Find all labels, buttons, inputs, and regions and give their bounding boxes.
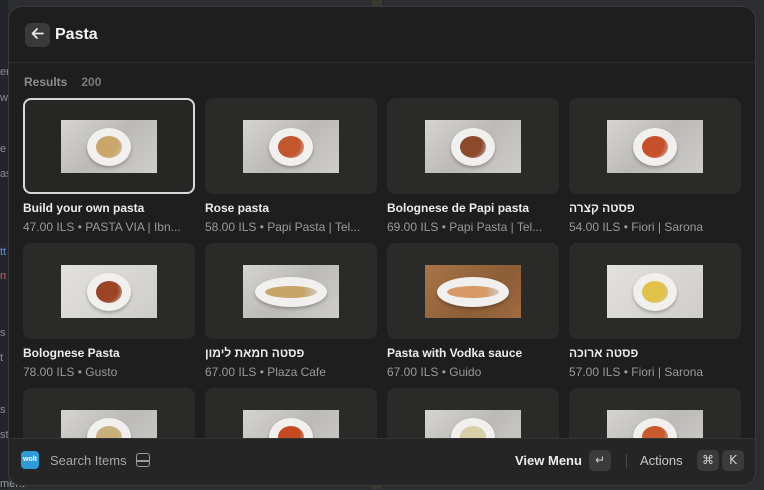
food-photo <box>607 265 703 318</box>
search-bar <box>9 7 755 63</box>
food-photo <box>607 410 703 440</box>
result-subtitle: 67.00 ILS • Guido <box>387 365 482 379</box>
result-thumbnail <box>387 98 559 194</box>
food-photo <box>243 120 339 173</box>
food-photo <box>61 265 157 318</box>
result-title: פסטה חמאת לימון <box>205 346 305 360</box>
app-logo-icon: wolt <box>21 451 39 469</box>
result-title: פסטה קצרה <box>569 201 635 215</box>
bg-text: as <box>0 168 8 180</box>
bg-text: s <box>0 404 6 416</box>
bg-text: st <box>0 429 8 441</box>
food-swatch <box>96 136 122 158</box>
result-subtitle: 69.00 ILS • Papi Pasta | Tel... <box>387 220 543 234</box>
result-thumbnail <box>205 243 377 339</box>
result-subtitle: 47.00 ILS • PASTA VIA | Ibn... <box>23 220 181 234</box>
bg-text: e <box>0 143 7 155</box>
bg-text: tt <box>0 246 7 258</box>
result-title: Rose pasta <box>205 201 270 215</box>
result-subtitle: 54.00 ILS • Fiori | Sarona <box>569 220 704 234</box>
bg-text: s <box>0 327 6 339</box>
food-photo <box>243 265 339 318</box>
result-thumbnail <box>387 388 559 440</box>
food-swatch <box>460 136 486 158</box>
result-card[interactable] <box>205 388 377 440</box>
result-card[interactable]: Pasta with Vodka sauce 67.00 ILS • Guido <box>387 243 559 380</box>
search-items-label[interactable]: Search Items <box>50 453 127 468</box>
result-thumbnail <box>205 98 377 194</box>
results-count: 200 <box>81 75 102 89</box>
food-swatch <box>642 281 668 303</box>
result-subtitle: 57.00 ILS • Fiori | Sarona <box>569 365 704 379</box>
result-thumbnail <box>23 98 195 194</box>
bg-text: w <box>0 92 8 104</box>
result-card[interactable]: Rose pasta 58.00 ILS • Papi Pasta | Tel.… <box>205 98 377 235</box>
result-thumbnail <box>569 388 741 440</box>
action-bar: wolt Search Items View Menu ↵ Actions ⌘ … <box>9 438 755 485</box>
command-window: Results 200 Build your own pasta 47.00 IL… <box>8 6 756 486</box>
enter-key-hint: ↵ <box>589 450 611 471</box>
food-photo <box>61 410 157 440</box>
result-thumbnail <box>569 243 741 339</box>
food-photo <box>425 120 521 173</box>
food-swatch <box>642 136 668 158</box>
result-thumbnail <box>205 388 377 440</box>
result-thumbnail <box>569 98 741 194</box>
result-title: Build your own pasta <box>23 201 145 215</box>
arrow-left-icon <box>31 26 44 43</box>
food-swatch <box>96 281 122 303</box>
food-photo <box>243 410 339 440</box>
food-swatch <box>447 286 499 298</box>
result-card[interactable] <box>387 388 559 440</box>
bg-text: er <box>0 66 8 78</box>
cmd-key-hint: ⌘ <box>697 450 719 471</box>
result-title: פסטה ארוכה <box>569 346 639 360</box>
background-app-edge: er w e as tt n s t s st <box>0 0 8 489</box>
divider <box>626 454 627 468</box>
back-button[interactable] <box>25 23 50 47</box>
result-subtitle: 78.00 ILS • Gusto <box>23 365 118 379</box>
result-title: Bolognese Pasta <box>23 346 120 360</box>
result-card[interactable]: פסטה קצרה 54.00 ILS • Fiori | Sarona <box>569 98 741 235</box>
result-card[interactable]: Build your own pasta 47.00 ILS • PASTA V… <box>23 98 195 235</box>
food-swatch <box>278 136 304 158</box>
results-header: Results 200 <box>24 75 101 89</box>
bg-text: n <box>0 270 7 282</box>
food-photo <box>607 120 703 173</box>
result-card[interactable]: פסטה ארוכה 57.00 ILS • Fiori | Sarona <box>569 243 741 380</box>
result-card[interactable] <box>569 388 741 440</box>
result-card[interactable]: Bolognese de Papi pasta 69.00 ILS • Papi… <box>387 98 559 235</box>
result-title: Bolognese de Papi pasta <box>387 201 530 215</box>
results-label: Results <box>24 75 68 89</box>
result-thumbnail <box>23 243 195 339</box>
result-thumbnail <box>387 243 559 339</box>
food-photo <box>425 265 521 318</box>
bg-text: t <box>0 352 4 364</box>
result-card[interactable] <box>23 388 195 440</box>
result-title: Pasta with Vodka sauce <box>387 346 523 360</box>
results-grid: Build your own pasta 47.00 ILS • PASTA V… <box>23 98 745 440</box>
keyboard-icon <box>136 453 150 467</box>
food-swatch <box>265 286 317 298</box>
actions-button[interactable]: Actions <box>640 453 683 468</box>
result-subtitle: 67.00 ILS • Plaza Cafe <box>205 365 326 379</box>
result-card[interactable]: פסטה חמאת לימון 67.00 ILS • Plaza Cafe <box>205 243 377 380</box>
k-key-hint: K <box>722 450 744 471</box>
food-photo <box>61 120 157 173</box>
result-subtitle: 58.00 ILS • Papi Pasta | Tel... <box>205 220 361 234</box>
result-thumbnail <box>23 388 195 440</box>
food-photo <box>425 410 521 440</box>
view-menu-button[interactable]: View Menu <box>515 453 582 468</box>
result-card[interactable]: Bolognese Pasta 78.00 ILS • Gusto <box>23 243 195 380</box>
search-input[interactable] <box>55 24 655 46</box>
